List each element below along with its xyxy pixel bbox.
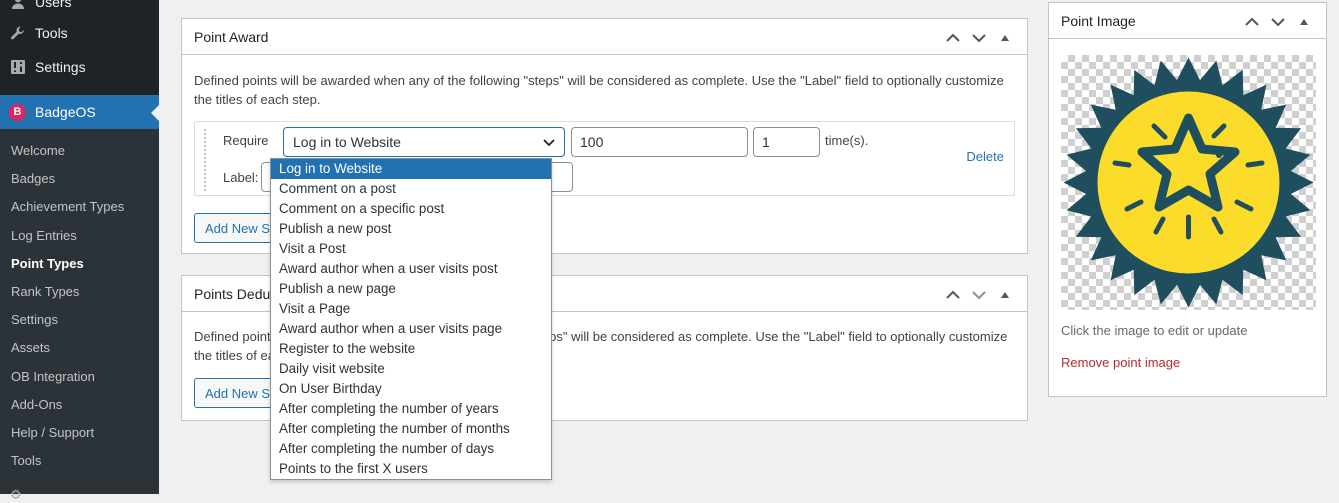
submenu-tools[interactable]: Tools	[11, 453, 41, 468]
submenu-help-support[interactable]: Help / Support	[11, 425, 94, 440]
times-input-value: 1	[762, 134, 770, 150]
add-new-step-button[interactable]: Add New Step	[194, 213, 280, 243]
menu-label-settings: Settings	[35, 59, 86, 75]
move-down-icon[interactable]	[969, 285, 989, 305]
require-label: Require	[223, 133, 269, 148]
label-label: Label:	[223, 170, 259, 185]
submenu-ob-integration[interactable]: OB Integration	[11, 369, 95, 384]
menu-item-badgeos[interactable]: B BadgeOS	[0, 95, 159, 129]
drag-handle[interactable]	[204, 129, 210, 191]
dropdown-option[interactable]: Visit a Page	[271, 299, 551, 319]
users-icon	[8, 0, 28, 12]
point-award-description: Defined points will be awarded when any …	[194, 73, 1004, 107]
delete-step-link[interactable]: Delete	[966, 149, 1004, 164]
chevron-down-icon	[542, 134, 556, 153]
submenu-settings[interactable]: Settings	[11, 312, 58, 327]
dropdown-option[interactable]: Points to the first X users	[271, 459, 551, 479]
dropdown-option[interactable]: After completing the number of days	[271, 439, 551, 459]
dropdown-option[interactable]: Log in to Website	[271, 159, 551, 179]
point-image-caption: Click the image to edit or update	[1061, 323, 1248, 338]
trigger-dropdown-list: Log in to Website Comment on a post Commen…	[270, 158, 552, 480]
gear-icon: ⚙	[10, 487, 22, 502]
points-deduct-title: Points Deduct	[194, 285, 282, 302]
dropdown-option[interactable]: After completing the number of months	[271, 419, 551, 439]
dropdown-option[interactable]: Award author when a user visits page	[271, 319, 551, 339]
point-award-handle-actions	[943, 28, 1015, 48]
move-down-icon[interactable]	[1268, 12, 1288, 32]
dropdown-option[interactable]: Award author when a user visits post	[271, 259, 551, 279]
toggle-panel-icon[interactable]	[995, 285, 1015, 305]
submenu-rank-types[interactable]: Rank Types	[11, 284, 79, 299]
point-award-header: Point Award	[182, 19, 1027, 55]
trigger-select[interactable]: Log in to Website	[283, 127, 565, 157]
point-image-title: Point Image	[1061, 12, 1136, 29]
settings-icon	[8, 57, 28, 77]
move-up-icon[interactable]	[1242, 12, 1262, 32]
menu-label-badgeos: BadgeOS	[35, 104, 96, 120]
points-deduct-handle-actions	[943, 285, 1015, 305]
menu-label-tools: Tools	[35, 25, 68, 41]
point-award-title: Point Award	[194, 28, 269, 45]
dropdown-option[interactable]: Comment on a specific post	[271, 199, 551, 219]
move-down-icon[interactable]	[969, 28, 989, 48]
dropdown-option[interactable]: Publish a new page	[271, 279, 551, 299]
point-image-handle-actions	[1242, 12, 1314, 32]
point-image-header: Point Image	[1049, 3, 1326, 39]
point-image-preview[interactable]	[1061, 55, 1316, 310]
submenu-badges[interactable]: Badges	[11, 171, 55, 186]
submenu-welcome[interactable]: Welcome	[11, 143, 65, 158]
admin-sidebar: Users Tools Settings B BadgeOS Welcome B…	[0, 0, 159, 502]
points-input[interactable]: 100	[571, 127, 748, 157]
remove-point-image-link[interactable]: Remove point image	[1061, 355, 1180, 370]
add-new-deduct-step-button[interactable]: Add New Step	[194, 378, 280, 408]
menu-item-tools[interactable]: Tools	[0, 16, 159, 50]
toggle-panel-icon[interactable]	[1294, 12, 1314, 32]
submenu-point-types[interactable]: Point Types	[11, 256, 84, 271]
submenu-add-ons[interactable]: Add-Ons	[11, 397, 62, 412]
times-input[interactable]: 1	[753, 127, 820, 157]
submenu-log-entries[interactable]: Log Entries	[11, 228, 77, 243]
dropdown-option[interactable]: Visit a Post	[271, 239, 551, 259]
dropdown-option[interactable]: Comment on a post	[271, 179, 551, 199]
submenu-assets[interactable]: Assets	[11, 340, 50, 355]
badgeos-submenu: Welcome Badges Achievement Types Log Ent…	[0, 129, 159, 502]
wrench-icon	[8, 23, 28, 43]
submenu-achievement-types[interactable]: Achievement Types	[11, 199, 124, 214]
badgeos-logo-icon: B	[9, 103, 26, 121]
trigger-select-value: Log in to Website	[293, 134, 401, 150]
toggle-panel-icon[interactable]	[995, 28, 1015, 48]
star-badge-icon	[1063, 57, 1314, 308]
move-up-icon[interactable]	[943, 285, 963, 305]
point-image-box: Point Image Click the image to edit or u…	[1048, 2, 1327, 397]
menu-item-settings[interactable]: Settings	[0, 50, 159, 84]
menu-label-users: Users	[35, 0, 72, 10]
current-menu-arrow	[151, 105, 159, 121]
points-input-value: 100	[580, 134, 604, 150]
dropdown-option[interactable]: After completing the number of years	[271, 399, 551, 419]
dropdown-option[interactable]: On User Birthday	[271, 379, 551, 399]
times-suffix: time(s).	[825, 133, 869, 148]
dropdown-option[interactable]: Publish a new post	[271, 219, 551, 239]
dropdown-option[interactable]: Register to the website	[271, 339, 551, 359]
move-up-icon[interactable]	[943, 28, 963, 48]
dropdown-option[interactable]: Daily visit website	[271, 359, 551, 379]
